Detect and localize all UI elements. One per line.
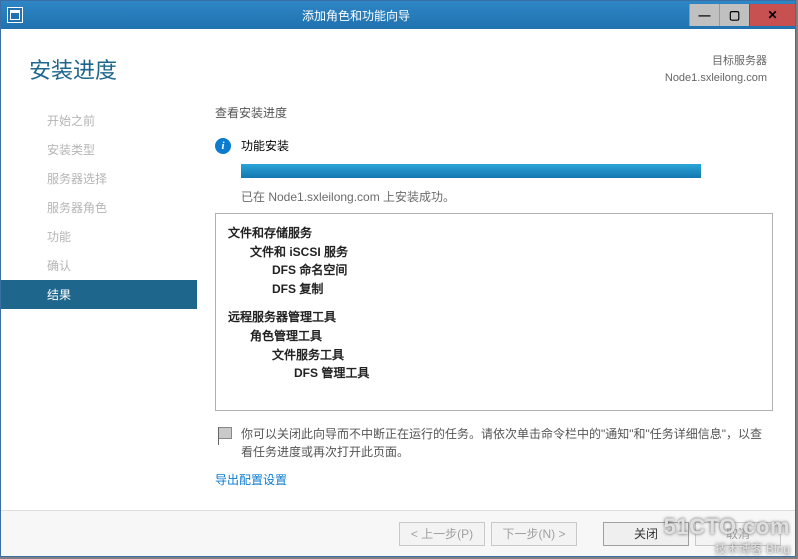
detail-item: DFS 管理工具 [294,364,760,383]
status-text: 功能安装 [241,137,289,154]
page-title: 安装进度 [29,53,117,86]
cancel-button: 取消 [695,522,781,546]
close-wizard-button[interactable]: 关闭 [603,522,689,546]
progress-fill [241,164,701,178]
detail-item: DFS 复制 [272,280,760,299]
wizard-window: 添加角色和功能向导 — ▢ ✕ 安装进度 目标服务器 Node1.sxleilo… [0,0,796,557]
install-details-box[interactable]: 文件和存储服务 文件和 iSCSI 服务 DFS 命名空间 DFS 复制 远程服… [215,213,773,411]
status-line: i 功能安装 [215,137,773,154]
completion-message: 已在 Node1.sxleilong.com 上安装成功。 [241,188,773,205]
step-features: 功能 [1,222,197,251]
content-area: 安装进度 目标服务器 Node1.sxleilong.com 开始之前 安装类型… [1,29,795,556]
detail-item: 角色管理工具 [250,327,760,346]
subheading: 查看安装进度 [215,104,773,121]
step-confirm: 确认 [1,251,197,280]
target-value: Node1.sxleilong.com [665,70,767,87]
step-server-roles: 服务器角色 [1,193,197,222]
note-text: 你可以关闭此向导而不中断正在运行的任务。请依次单击命令栏中的"通知"和"任务详细… [241,425,773,461]
app-icon [7,7,23,23]
export-config-link[interactable]: 导出配置设置 [215,471,773,488]
window-controls: — ▢ ✕ [689,4,795,26]
titlebar: 添加角色和功能向导 — ▢ ✕ [1,1,795,29]
footer-buttons: < 上一步(P) 下一步(N) > 关闭 取消 [1,510,795,556]
detail-item: 文件服务工具 [272,346,760,365]
next-button: 下一步(N) > [491,522,577,546]
target-server: 目标服务器 Node1.sxleilong.com [665,53,767,86]
minimize-button[interactable]: — [689,4,719,26]
flag-icon [215,427,233,445]
window-title: 添加角色和功能向导 [23,7,689,24]
detail-item: DFS 命名空间 [272,261,760,280]
header-row: 安装进度 目标服务器 Node1.sxleilong.com [1,29,795,96]
step-before-begin: 开始之前 [1,106,197,135]
step-server-select: 服务器选择 [1,164,197,193]
maximize-button[interactable]: ▢ [719,4,749,26]
previous-button: < 上一步(P) [399,522,485,546]
wizard-steps-sidebar: 开始之前 安装类型 服务器选择 服务器角色 功能 确认 结果 [1,96,197,510]
progress-bar [241,164,701,178]
target-label: 目标服务器 [665,53,767,70]
step-install-type: 安装类型 [1,135,197,164]
close-button[interactable]: ✕ [749,4,795,26]
step-results: 结果 [1,280,197,309]
note-row: 你可以关闭此向导而不中断正在运行的任务。请依次单击命令栏中的"通知"和"任务详细… [215,425,773,461]
detail-item: 文件和 iSCSI 服务 [250,243,760,262]
body-row: 开始之前 安装类型 服务器选择 服务器角色 功能 确认 结果 查看安装进度 i … [1,96,795,510]
info-icon: i [215,138,231,154]
detail-item: 文件和存储服务 [228,224,760,243]
detail-item: 远程服务器管理工具 [228,308,760,327]
main-panel: 查看安装进度 i 功能安装 已在 Node1.sxleilong.com 上安装… [197,96,785,510]
